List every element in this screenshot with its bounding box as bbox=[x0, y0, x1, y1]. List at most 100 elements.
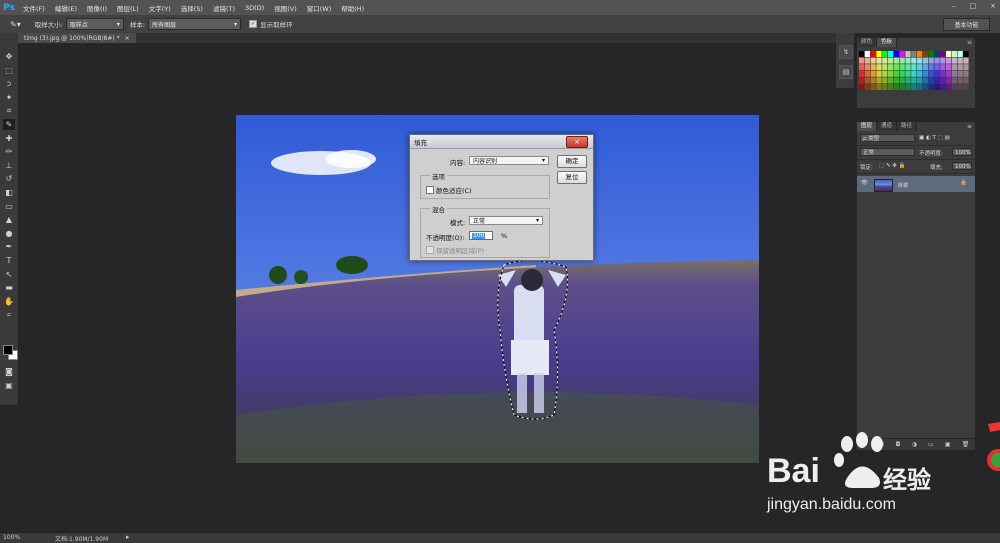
color-swatch[interactable] bbox=[951, 70, 957, 77]
color-swatch[interactable] bbox=[911, 51, 917, 57]
menu-3d[interactable]: 3D(D) bbox=[240, 4, 269, 12]
color-swatch[interactable] bbox=[864, 84, 870, 90]
color-swatch[interactable] bbox=[917, 57, 923, 64]
color-swatch[interactable] bbox=[859, 57, 865, 64]
panel-menu-icon[interactable]: ≡ bbox=[967, 39, 972, 46]
color-swatch[interactable] bbox=[922, 70, 928, 77]
color-swatch[interactable] bbox=[940, 51, 946, 57]
color-swatch[interactable] bbox=[888, 57, 894, 64]
color-swatch[interactable] bbox=[922, 57, 928, 64]
status-menu-arrow[interactable]: ▸ bbox=[126, 533, 130, 541]
gradient-icon[interactable]: ▭ bbox=[3, 201, 15, 212]
color-swatch[interactable] bbox=[951, 51, 957, 57]
mode-select[interactable]: 正常 ▾ bbox=[469, 216, 543, 225]
color-swatch[interactable] bbox=[882, 84, 888, 90]
crop-icon[interactable]: ⌗ bbox=[3, 105, 15, 116]
color-swatch[interactable] bbox=[922, 64, 928, 71]
color-swatch[interactable] bbox=[940, 77, 946, 84]
color-swatch[interactable] bbox=[911, 70, 917, 77]
quick-select-icon[interactable]: ✦ bbox=[3, 92, 15, 103]
menu-window[interactable]: 窗口(W) bbox=[302, 3, 337, 13]
color-swatch[interactable] bbox=[870, 70, 876, 77]
type-icon[interactable]: T bbox=[3, 255, 15, 266]
color-swatch[interactable] bbox=[951, 57, 957, 64]
color-swatch[interactable] bbox=[963, 77, 969, 84]
menu-layer[interactable]: 图层(L) bbox=[112, 3, 144, 13]
color-swatch[interactable] bbox=[888, 84, 894, 90]
color-swatch[interactable] bbox=[859, 77, 865, 84]
color-swatch[interactable] bbox=[876, 51, 882, 57]
color-swatch[interactable] bbox=[893, 64, 899, 71]
color-swatch[interactable] bbox=[963, 84, 969, 90]
reset-button[interactable]: 复位 bbox=[557, 171, 587, 184]
color-swatch[interactable] bbox=[882, 51, 888, 57]
quick-mask-icon[interactable]: ◙ bbox=[3, 366, 15, 377]
color-swatch[interactable] bbox=[859, 70, 865, 77]
panel-menu-icon[interactable]: ≡ bbox=[967, 123, 972, 130]
color-swatch[interactable] bbox=[946, 84, 952, 90]
color-swatch[interactable] bbox=[940, 57, 946, 64]
color-swatch[interactable] bbox=[893, 77, 899, 84]
color-swatch[interactable] bbox=[946, 51, 952, 57]
color-swatch[interactable] bbox=[893, 51, 899, 57]
color-swatch[interactable] bbox=[859, 64, 865, 71]
eye-icon[interactable]: 👁 bbox=[861, 180, 868, 186]
color-swatch[interactable] bbox=[899, 64, 905, 71]
color-swatch[interactable] bbox=[905, 64, 911, 71]
stamp-icon[interactable]: ⊥ bbox=[3, 160, 15, 171]
color-swatch[interactable] bbox=[917, 84, 923, 90]
color-swatch[interactable] bbox=[911, 64, 917, 71]
color-swatch[interactable] bbox=[922, 84, 928, 90]
tab-color[interactable]: 颜色 bbox=[857, 38, 878, 47]
opacity-input[interactable]: 100 bbox=[469, 231, 493, 240]
menu-type[interactable]: 文字(Y) bbox=[144, 3, 176, 13]
lock-icons[interactable]: ⬚ ✎ ✥ 🔒 bbox=[879, 163, 906, 169]
menu-file[interactable]: 文件(F) bbox=[18, 3, 50, 13]
color-swatch[interactable] bbox=[911, 84, 917, 90]
color-swatch[interactable] bbox=[957, 84, 963, 90]
eyedropper-icon[interactable]: ✎ bbox=[3, 119, 15, 130]
zoom-icon[interactable]: ⌕ bbox=[3, 309, 15, 320]
color-swatch[interactable] bbox=[870, 84, 876, 90]
color-swatch[interactable] bbox=[876, 64, 882, 71]
color-swatch[interactable] bbox=[911, 57, 917, 64]
color-swatch[interactable] bbox=[957, 77, 963, 84]
menu-image[interactable]: 图像(I) bbox=[82, 3, 112, 13]
minimize-button[interactable]: – bbox=[952, 2, 956, 10]
color-swatch[interactable] bbox=[951, 64, 957, 71]
color-swatch[interactable] bbox=[864, 57, 870, 64]
dialog-title-bar[interactable]: 填充 × bbox=[410, 135, 593, 149]
color-swatch[interactable] bbox=[876, 57, 882, 64]
lasso-icon[interactable]: ↄ bbox=[3, 78, 15, 89]
brush-icon[interactable]: ✏ bbox=[3, 146, 15, 157]
layer-fill-field[interactable]: 100% bbox=[952, 162, 972, 170]
history-panel-icon[interactable]: ↯ bbox=[839, 45, 853, 59]
color-swatch[interactable] bbox=[951, 77, 957, 84]
color-swatch[interactable] bbox=[934, 51, 940, 57]
color-swatch[interactable] bbox=[899, 51, 905, 57]
pen-icon[interactable]: ✒ bbox=[3, 241, 15, 252]
color-swatch[interactable] bbox=[876, 77, 882, 84]
menu-edit[interactable]: 编辑(E) bbox=[50, 3, 82, 13]
color-swatch[interactable] bbox=[957, 51, 963, 57]
sample-size-select[interactable]: 取样点 ▾ bbox=[65, 18, 124, 30]
color-swatch[interactable] bbox=[928, 70, 934, 77]
marquee-icon[interactable]: ⬚ bbox=[3, 65, 15, 76]
eraser-icon[interactable]: ◧ bbox=[3, 187, 15, 198]
color-swatch[interactable] bbox=[888, 70, 894, 77]
color-swatch[interactable] bbox=[864, 70, 870, 77]
workspace-switcher[interactable]: 基本功能 bbox=[943, 18, 990, 31]
color-swatch[interactable] bbox=[928, 51, 934, 57]
layer-filter-select[interactable]: ρ 类型 bbox=[860, 134, 915, 142]
color-swatch[interactable] bbox=[934, 77, 940, 84]
color-swatch[interactable] bbox=[963, 51, 969, 57]
trash-icon[interactable]: 🗑 bbox=[962, 441, 970, 448]
color-adapt-checkbox[interactable] bbox=[426, 186, 434, 194]
color-swatch[interactable] bbox=[888, 64, 894, 71]
color-swatch[interactable] bbox=[870, 51, 876, 57]
color-swatch[interactable] bbox=[917, 51, 923, 57]
color-swatch[interactable] bbox=[882, 64, 888, 71]
color-swatch[interactable] bbox=[928, 84, 934, 90]
color-swatch[interactable] bbox=[905, 77, 911, 84]
layer-row-background[interactable]: 👁 背景 🔒 bbox=[857, 176, 975, 192]
